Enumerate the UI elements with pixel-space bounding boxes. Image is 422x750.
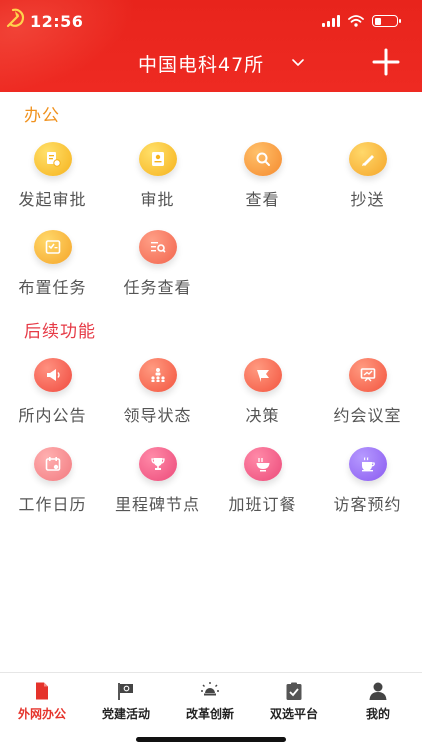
flag-icon	[244, 358, 282, 392]
grid-item-cc[interactable]: 抄送	[315, 142, 420, 222]
party-flag-icon	[118, 683, 133, 700]
app-header: 12:56 中国电科47所	[0, 0, 422, 92]
tab-label: 改革创新	[185, 707, 234, 721]
section-title-office: 办公	[24, 106, 60, 126]
battery-icon	[372, 15, 401, 27]
tab-label: 我的	[365, 707, 390, 721]
grid-label: 审批	[140, 190, 175, 209]
task-list-icon	[34, 230, 72, 264]
grid-item-work-calendar[interactable]: 工作日历	[0, 447, 105, 527]
grid-item-view[interactable]: 查看	[210, 142, 315, 222]
clipboard-check-icon	[286, 682, 302, 700]
noodle-bowl-icon	[244, 447, 282, 481]
status-time: 12:56	[30, 12, 84, 31]
status-icons	[322, 15, 401, 27]
grid-label: 抄送	[350, 190, 385, 209]
grid-label: 布置任务	[18, 278, 87, 297]
trophy-icon	[139, 447, 177, 481]
grid-label: 决策	[245, 406, 280, 425]
grid-item-announcement[interactable]: 所内公告	[0, 358, 105, 438]
tab-label: 外网办公	[17, 707, 66, 721]
document-stamp-icon	[34, 142, 72, 176]
grid-item-approval[interactable]: 审批	[105, 142, 210, 222]
grid-label: 任务查看	[123, 278, 192, 297]
battery-level	[374, 17, 381, 25]
org-title[interactable]: 中国电科47所	[138, 50, 264, 77]
section-title-followup: 后续功能	[24, 322, 96, 342]
grid-item-initiate-approval[interactable]: 发起审批	[0, 142, 105, 222]
grid-item-milestone[interactable]: 里程碑节点	[105, 447, 210, 527]
tab-external-office[interactable]: 外网办公	[0, 673, 84, 723]
grid-item-decision[interactable]: 决策	[210, 358, 315, 438]
person-icon	[369, 682, 387, 700]
grid-label: 工作日历	[18, 495, 87, 514]
grid-label: 访客预约	[333, 495, 402, 514]
grid-label: 加班订餐	[228, 495, 297, 514]
grid-item-visitor-booking[interactable]: 访客预约	[315, 447, 420, 527]
tab-me[interactable]: 我的	[336, 673, 420, 723]
lightbulb-icon	[201, 682, 219, 696]
grid-label: 所内公告	[18, 406, 87, 425]
status-bar: 12:56	[0, 0, 422, 44]
magnifier-icon	[244, 142, 282, 176]
tab-reform-innovation[interactable]: 改革创新	[168, 673, 252, 723]
approval-icon	[139, 142, 177, 176]
cellular-signal-icon	[322, 15, 340, 27]
grid-label: 查看	[245, 190, 280, 209]
task-search-icon	[139, 230, 177, 264]
grid-item-overtime-meal[interactable]: 加班订餐	[210, 447, 315, 527]
grid-label: 约会议室	[333, 406, 402, 425]
document-icon	[36, 682, 48, 700]
tab-label: 双选平台	[269, 707, 318, 721]
tab-party-activities[interactable]: 党建活动	[84, 673, 168, 723]
presentation-board-icon	[349, 358, 387, 392]
org-chart-icon	[139, 358, 177, 392]
tab-label: 党建活动	[101, 707, 150, 721]
wifi-icon	[348, 15, 364, 27]
title-bar: 中国电科47所	[0, 44, 422, 84]
grid-item-assign-task[interactable]: 布置任务	[0, 230, 105, 310]
pencil-icon	[349, 142, 387, 176]
megaphone-icon	[34, 358, 72, 392]
coffee-cup-icon	[349, 447, 387, 481]
calendar-icon	[34, 447, 72, 481]
grid-label: 发起审批	[18, 190, 87, 209]
tab-dual-selection[interactable]: 双选平台	[252, 673, 336, 723]
grid-label: 里程碑节点	[114, 495, 200, 514]
plus-icon[interactable]	[372, 48, 400, 76]
grid-item-view-task[interactable]: 任务查看	[105, 230, 210, 310]
grid-item-leader-status[interactable]: 领导状态	[105, 358, 210, 438]
grid-label: 领导状态	[123, 406, 192, 425]
grid-item-meeting-room[interactable]: 约会议室	[315, 358, 420, 438]
home-indicator	[136, 737, 286, 742]
chevron-down-icon[interactable]	[292, 58, 304, 68]
